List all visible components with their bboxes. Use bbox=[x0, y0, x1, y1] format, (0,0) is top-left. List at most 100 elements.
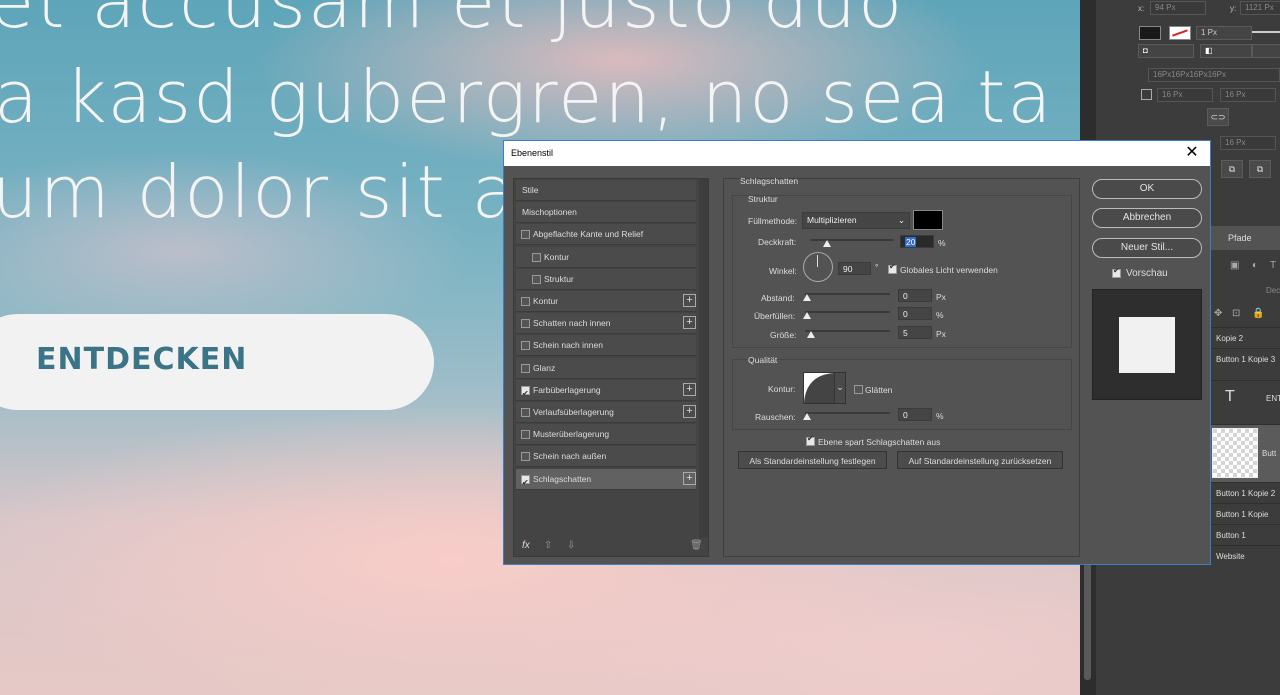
ueberfuellen-slider-handle[interactable] bbox=[803, 312, 811, 319]
add-style-icon[interactable]: + bbox=[683, 405, 696, 418]
new-style-button[interactable]: Neuer Stil... bbox=[1092, 238, 1202, 258]
ueberfuellen-slider[interactable] bbox=[805, 311, 890, 313]
rauschen-slider-handle[interactable] bbox=[803, 413, 811, 420]
lock-artboard-icon[interactable]: ⊡ bbox=[1232, 308, 1240, 319]
layer-row[interactable]: Button 1 Kopie bbox=[1210, 503, 1280, 524]
layer-row[interactable]: Website bbox=[1210, 545, 1280, 566]
style-item[interactable]: Verlaufsüberlagerung + bbox=[516, 402, 696, 423]
global-light-checkbox[interactable] bbox=[888, 262, 897, 274]
preview-checkbox[interactable] bbox=[1112, 266, 1121, 278]
layer-row[interactable]: Button 1 Kopie 2 bbox=[1210, 482, 1280, 503]
style-checkbox[interactable] bbox=[521, 341, 530, 351]
add-style-icon[interactable]: + bbox=[683, 294, 696, 307]
groesse-slider-handle[interactable] bbox=[807, 331, 815, 338]
style-item[interactable]: Schein nach innen bbox=[516, 335, 696, 357]
set-default-button[interactable]: Als Standardeinstellung festlegen bbox=[738, 451, 887, 469]
layer-row-text[interactable]: ENT bbox=[1210, 380, 1280, 416]
style-checkbox[interactable] bbox=[521, 383, 530, 404]
style-item[interactable]: Abgeflachte Kante und Relief bbox=[516, 224, 696, 246]
layer-row[interactable]: Kopie 2 bbox=[1210, 327, 1280, 348]
rauschen-input[interactable]: 0 bbox=[898, 408, 932, 421]
style-item[interactable]: Kontur + bbox=[516, 291, 696, 312]
groesse-input[interactable]: 5 bbox=[898, 326, 932, 339]
style-item[interactable]: Musterüberlagerung bbox=[516, 424, 696, 446]
move-up-icon[interactable]: ⇧ bbox=[544, 540, 552, 551]
ok-button[interactable]: OK bbox=[1092, 179, 1202, 199]
add-style-icon[interactable]: + bbox=[683, 382, 696, 396]
layer-row[interactable]: Button 1 Kopie 3 bbox=[1210, 348, 1280, 369]
chevron-down-icon[interactable]: ⌄ bbox=[834, 372, 846, 404]
glaetten-checkbox[interactable] bbox=[854, 385, 863, 394]
corner-field-3[interactable]: 16 Px bbox=[1220, 136, 1276, 150]
trash-icon[interactable]: 🗑 bbox=[690, 540, 703, 551]
reset-default-button[interactable]: Auf Standardeinstellung zurücksetzen bbox=[897, 451, 1063, 469]
style-checkbox[interactable] bbox=[521, 297, 530, 306]
lock-all-icon[interactable]: 🔒 bbox=[1252, 308, 1264, 319]
style-checkbox[interactable] bbox=[521, 363, 530, 373]
style-checkbox[interactable] bbox=[532, 252, 541, 262]
close-icon[interactable]: ✕ bbox=[1183, 144, 1201, 162]
style-checkbox[interactable] bbox=[521, 430, 530, 440]
corner-field-2[interactable]: 16 Px bbox=[1220, 88, 1276, 102]
filter-adjust-icon[interactable]: ◐ bbox=[1252, 260, 1258, 271]
contour-preview[interactable] bbox=[803, 372, 835, 404]
winkel-input[interactable]: 90 bbox=[838, 262, 871, 275]
stroke-width-select[interactable]: 1 Px bbox=[1196, 26, 1252, 40]
stroke-cap-select[interactable]: ◧ bbox=[1200, 44, 1252, 58]
x-field[interactable]: 94 Px bbox=[1150, 1, 1206, 15]
corner-radius-field[interactable]: 16Px16Px16Px16Px bbox=[1148, 68, 1280, 82]
lock-move-icon[interactable]: ✥ bbox=[1214, 308, 1222, 319]
style-checkbox[interactable] bbox=[521, 230, 530, 240]
fill-swatch[interactable] bbox=[1139, 26, 1161, 40]
y-field[interactable]: 1121 Px bbox=[1240, 1, 1280, 15]
cancel-button[interactable]: Abbrechen bbox=[1092, 208, 1202, 228]
corner-field-1[interactable]: 16 Px bbox=[1157, 88, 1213, 102]
groesse-slider[interactable] bbox=[805, 330, 890, 332]
style-checkbox[interactable] bbox=[521, 452, 530, 462]
layer-row[interactable]: Button 1 bbox=[1210, 524, 1280, 545]
shadow-color-swatch[interactable] bbox=[913, 210, 943, 230]
style-item[interactable]: Stile bbox=[516, 180, 696, 201]
style-checkbox[interactable] bbox=[521, 319, 530, 329]
link-corners-checkbox[interactable] bbox=[1141, 89, 1152, 100]
deckkraft-slider-handle[interactable] bbox=[823, 240, 832, 247]
style-item[interactable]: Glanz bbox=[516, 357, 696, 379]
style-item[interactable]: Schatten nach innen + bbox=[516, 313, 696, 335]
add-style-icon[interactable]: + bbox=[683, 316, 696, 330]
deckkraft-input[interactable]: 20 bbox=[900, 235, 934, 248]
panel-scrollbar-thumb[interactable] bbox=[1084, 560, 1091, 680]
angle-dial[interactable] bbox=[803, 252, 833, 282]
knockout-checkbox[interactable] bbox=[806, 434, 815, 446]
tab-paths[interactable]: Pfade bbox=[1228, 233, 1252, 243]
abstand-input[interactable]: 0 bbox=[898, 289, 932, 302]
move-down-icon[interactable]: ⇩ bbox=[567, 540, 575, 551]
style-checkbox[interactable] bbox=[532, 274, 541, 284]
style-item[interactable]: Schlagschatten + bbox=[516, 468, 696, 493]
path-op-icon-1[interactable]: ⧉ bbox=[1221, 160, 1243, 178]
styles-list-scrollbar[interactable] bbox=[699, 179, 708, 537]
blend-mode-select[interactable]: Multiplizieren ⌄ bbox=[802, 212, 910, 229]
path-op-icon-2[interactable]: ⧉ bbox=[1249, 160, 1271, 178]
add-style-icon[interactable]: + bbox=[683, 471, 696, 485]
dialog-titlebar[interactable]: Ebenenstil ✕ bbox=[504, 141, 1210, 166]
style-item[interactable]: Kontur bbox=[516, 246, 696, 268]
filter-image-icon[interactable]: ▣ bbox=[1230, 260, 1239, 271]
stroke-swatch[interactable] bbox=[1169, 26, 1191, 40]
filter-text-icon[interactable]: T bbox=[1270, 260, 1276, 271]
ueberfuellen-input[interactable]: 0 bbox=[898, 307, 932, 320]
blend-select-partial[interactable]: Dec bbox=[1266, 286, 1280, 295]
style-item[interactable]: Farbüberlagerung + bbox=[516, 379, 696, 404]
stroke-join-select[interactable] bbox=[1252, 44, 1280, 58]
abstand-slider[interactable] bbox=[805, 293, 890, 295]
style-item[interactable]: Schein nach außen bbox=[516, 446, 696, 468]
style-checkbox[interactable] bbox=[521, 408, 530, 417]
abstand-slider-handle[interactable] bbox=[803, 294, 811, 301]
style-item[interactable]: Struktur bbox=[516, 268, 696, 290]
stroke-align-select[interactable]: ◘ bbox=[1138, 44, 1194, 58]
style-item[interactable]: Mischoptionen bbox=[516, 202, 696, 224]
rauschen-slider[interactable] bbox=[805, 412, 890, 414]
fx-icon[interactable]: fx bbox=[522, 540, 530, 551]
link-icon[interactable]: ⊂⊃ bbox=[1207, 108, 1229, 126]
percent-label: % bbox=[936, 411, 944, 421]
style-checkbox[interactable] bbox=[521, 472, 530, 493]
